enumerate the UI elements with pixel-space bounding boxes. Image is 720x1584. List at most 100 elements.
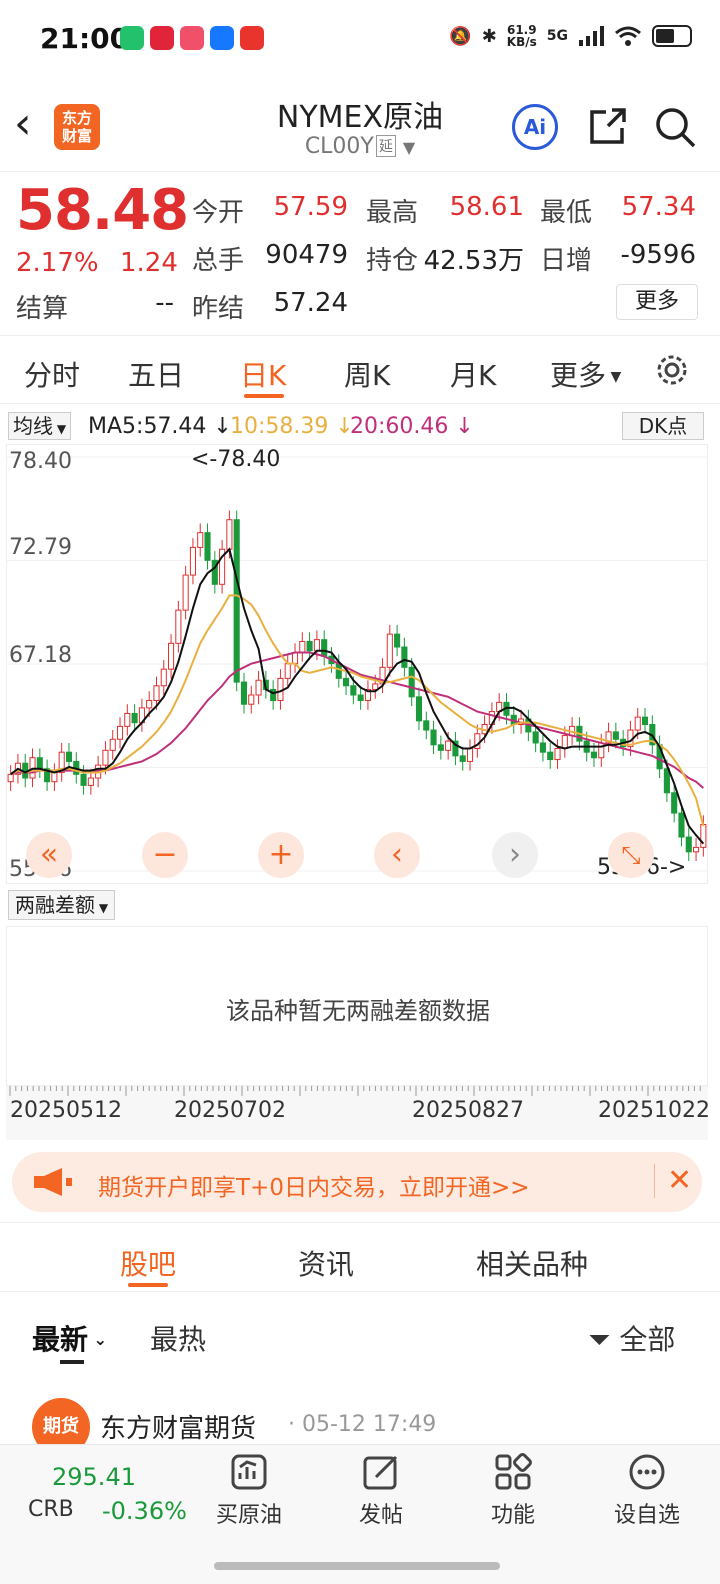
net-speed: 61.9 KB/s bbox=[506, 23, 537, 49]
candle-body bbox=[590, 751, 598, 759]
candle-body bbox=[430, 729, 437, 746]
add-watchlist-button[interactable]: 设自选 bbox=[592, 1453, 702, 1529]
ai-button[interactable]: Ai bbox=[512, 104, 558, 150]
scroll-start-button[interactable]: « bbox=[26, 832, 72, 878]
close-icon[interactable]: ✕ bbox=[654, 1164, 692, 1198]
status-time: 21:00 bbox=[40, 22, 130, 55]
open-value: 57.59 bbox=[273, 192, 348, 222]
candle-body bbox=[634, 716, 641, 731]
crb-index-name[interactable]: CRB bbox=[28, 1497, 74, 1522]
more-quote-button[interactable]: 更多 bbox=[616, 284, 698, 320]
sub-indicator-selector[interactable]: 两融差额 ▼ bbox=[8, 890, 116, 920]
post-author[interactable]: 东方财富期货 bbox=[100, 1408, 256, 1445]
active-section-indicator bbox=[128, 1283, 168, 1287]
fullscreen-button[interactable]: ⤡ bbox=[608, 832, 654, 878]
indicator-selector[interactable]: 均线 ▼ bbox=[8, 412, 72, 440]
candle-body bbox=[663, 768, 670, 794]
promo-text[interactable]: 期货开户即享T+0日内交易，立即开通>> bbox=[98, 1168, 530, 1202]
caret-down-icon: ▼ bbox=[95, 901, 109, 915]
candle-body bbox=[401, 646, 408, 668]
scroll-right-button[interactable]: › bbox=[492, 832, 538, 878]
candle-body bbox=[313, 639, 320, 652]
x-tick-label: 20250702 bbox=[174, 1098, 286, 1123]
candle-body bbox=[554, 747, 561, 761]
tab-related[interactable]: 相关品种 bbox=[476, 1243, 588, 1283]
ma-legend-row: 均线 ▼ MA5:57.44 ↓ 10:58.39 ↓ 20:60.46 ↓ D… bbox=[0, 404, 720, 444]
candle-body bbox=[415, 696, 423, 722]
settle-label: 结算 bbox=[16, 294, 69, 324]
filter-indicator bbox=[60, 1360, 84, 1364]
candle-body bbox=[240, 681, 248, 705]
candle-body bbox=[36, 757, 43, 770]
grid-icon bbox=[495, 1453, 532, 1490]
candle-body bbox=[189, 546, 196, 576]
share-icon[interactable] bbox=[586, 106, 628, 148]
low-value: 57.34 bbox=[621, 192, 696, 222]
candle-body bbox=[561, 735, 568, 749]
tab-monthly-k[interactable]: 月K bbox=[450, 354, 496, 394]
post-item[interactable]: 期货 东方财富期货 · 05-12 17:49 bbox=[0, 1392, 720, 1446]
candle-body bbox=[175, 609, 182, 644]
functions-button[interactable]: 功能 bbox=[458, 1453, 568, 1529]
search-icon[interactable] bbox=[654, 106, 696, 148]
tab-more[interactable]: 更多 ▼ bbox=[550, 354, 621, 394]
ma5-value: MA5:57.44 ↓ bbox=[88, 414, 232, 439]
network-type: 5G bbox=[546, 28, 568, 44]
candle-body bbox=[204, 532, 211, 561]
candle-body bbox=[700, 824, 707, 848]
candle-body bbox=[160, 668, 167, 687]
buy-oil-button[interactable]: 买原油 bbox=[194, 1453, 304, 1529]
app-notification-icon bbox=[150, 26, 174, 50]
bluetooth-icon: ✱ bbox=[481, 25, 497, 47]
filter-latest[interactable]: 最新 ⌄ bbox=[32, 1318, 107, 1358]
crb-index-value[interactable]: 295.41 bbox=[52, 1463, 136, 1491]
candle-body bbox=[547, 751, 554, 761]
candle-body bbox=[678, 812, 685, 838]
tab-daily-k[interactable]: 日K bbox=[240, 354, 286, 394]
edit-icon bbox=[363, 1455, 398, 1490]
battery-icon bbox=[652, 25, 692, 47]
filter-hot[interactable]: 最热 bbox=[150, 1318, 206, 1358]
filter-all[interactable]: ⏷ 全部 bbox=[588, 1318, 675, 1358]
date-axis: 20250512 20250702 20250827 20251022 bbox=[6, 1086, 710, 1140]
tab-five-day[interactable]: 五日 bbox=[128, 354, 184, 394]
tab-weekly-k[interactable]: 周K bbox=[344, 354, 390, 394]
crb-index-change[interactable]: -0.36% bbox=[102, 1497, 187, 1525]
promo-banner[interactable]: 期货开户即享T+0日内交易，立即开通>> ✕ bbox=[12, 1152, 702, 1212]
active-tab-indicator bbox=[244, 394, 284, 398]
tab-forum[interactable]: 股吧 bbox=[120, 1243, 176, 1283]
candle-body bbox=[671, 792, 678, 814]
scroll-left-button[interactable]: ‹ bbox=[374, 832, 420, 878]
daily-increase-label: 日增 bbox=[540, 246, 593, 276]
home-indicator[interactable] bbox=[214, 1562, 500, 1570]
date-axis-ticks bbox=[9, 1086, 701, 1096]
notification-icons bbox=[120, 26, 264, 50]
caret-down-icon: ▼ bbox=[606, 369, 622, 385]
dk-point-button[interactable]: DK点 bbox=[622, 412, 704, 440]
ma10-line bbox=[10, 594, 705, 827]
zoom-out-button[interactable]: − bbox=[142, 832, 188, 878]
app-notification-icon bbox=[240, 26, 264, 50]
change-amount: 1.24 bbox=[120, 248, 178, 278]
ma20-value: 20:60.46 ↓ bbox=[350, 414, 474, 439]
kline-svg[interactable] bbox=[7, 445, 707, 883]
chart-icon bbox=[231, 1454, 267, 1490]
gear-icon[interactable] bbox=[654, 352, 690, 388]
candle-body bbox=[350, 685, 357, 696]
megaphone-icon bbox=[34, 1168, 72, 1196]
candle-body bbox=[248, 694, 255, 705]
y-tick-label: 72.79 bbox=[9, 535, 72, 560]
candle-body bbox=[408, 666, 415, 698]
y-tick-label: 78.40 bbox=[9, 449, 72, 474]
open-interest-label: 持仓 bbox=[366, 246, 419, 276]
tab-intraday[interactable]: 分时 bbox=[24, 354, 80, 394]
zoom-in-button[interactable]: + bbox=[258, 832, 304, 878]
post-button[interactable]: 发帖 bbox=[326, 1453, 436, 1529]
low-label: 最低 bbox=[540, 198, 593, 228]
candle-body bbox=[87, 777, 94, 786]
avatar[interactable]: 期货 bbox=[32, 1398, 90, 1446]
volume-value: 90479 bbox=[265, 240, 348, 270]
prev-settle-value: 57.24 bbox=[273, 288, 348, 318]
kline-chart[interactable]: 78.40 72.79 67.18 55.96 <-78.40 55.96-> bbox=[6, 444, 708, 884]
tab-news[interactable]: 资讯 bbox=[298, 1243, 354, 1283]
